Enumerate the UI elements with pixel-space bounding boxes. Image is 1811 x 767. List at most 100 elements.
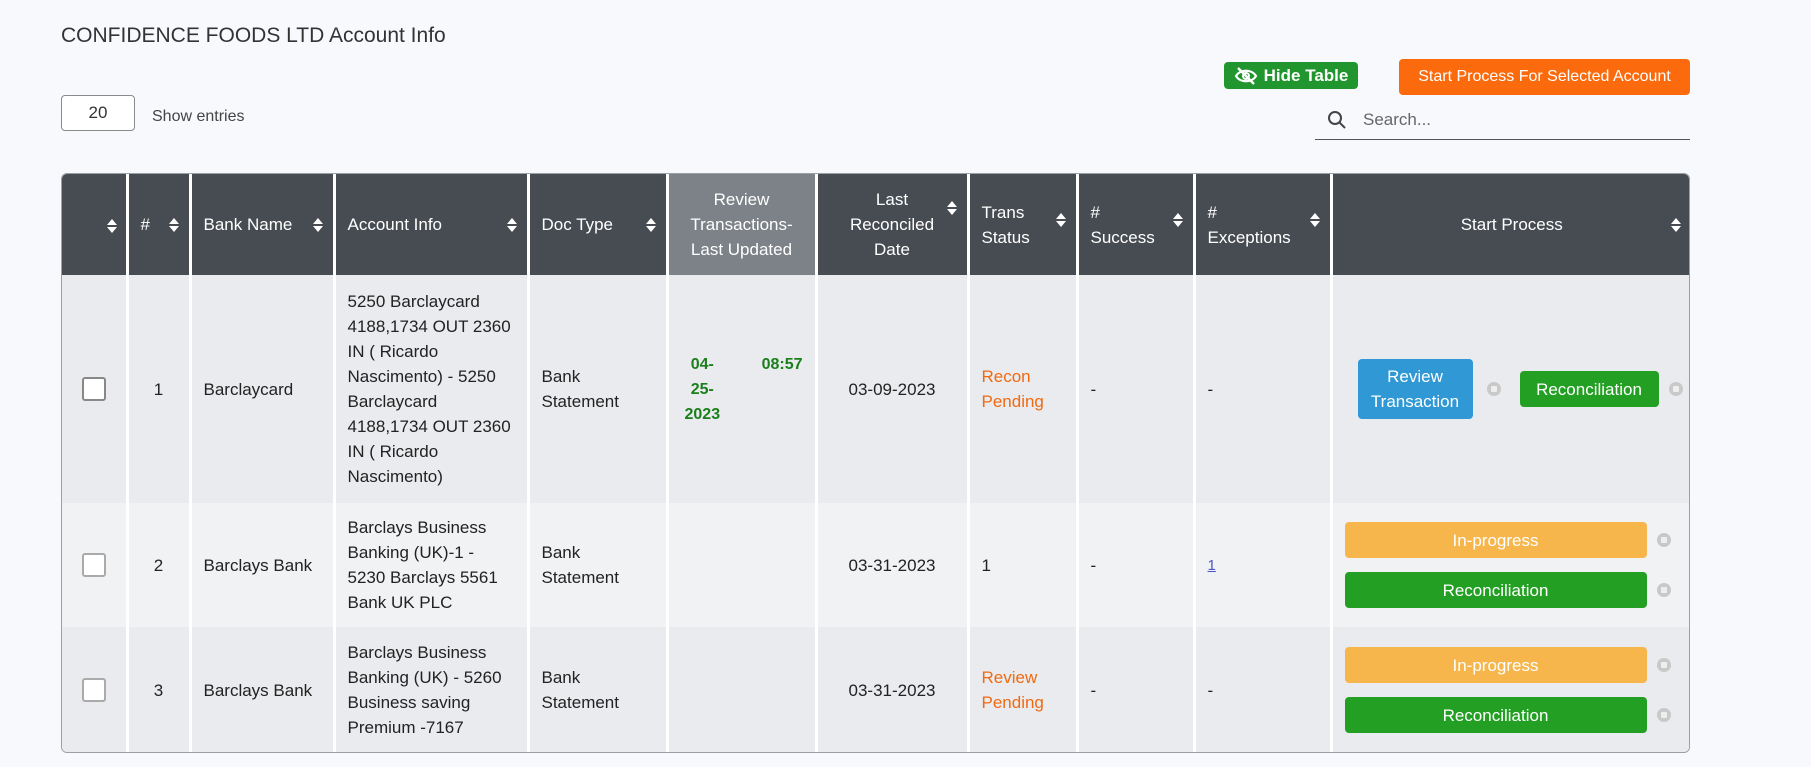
header-exceptions[interactable]: # Exceptions bbox=[1194, 174, 1333, 275]
reconciliation-button[interactable]: Reconciliation bbox=[1519, 371, 1659, 407]
doc-type: Bank Statement bbox=[528, 275, 669, 503]
review-updated-cell bbox=[667, 627, 818, 752]
header-bank-name[interactable]: Bank Name bbox=[190, 174, 336, 275]
review-updated-cell: 04- 25- 2023 08:57 bbox=[667, 275, 818, 503]
review-date-line3: 2023 bbox=[684, 405, 721, 423]
stop-icon[interactable] bbox=[1656, 583, 1671, 597]
row-checkbox[interactable] bbox=[81, 678, 106, 702]
row-select-cell bbox=[62, 275, 129, 503]
header-last-rec-line1: Last bbox=[875, 190, 909, 209]
row-number: 3 bbox=[127, 627, 192, 752]
success-count: - bbox=[1077, 275, 1196, 503]
search-box bbox=[1315, 100, 1690, 140]
review-updated-datetime: 04- 25- 2023 08:57 bbox=[685, 352, 803, 427]
reconciliation-button[interactable]: Reconciliation bbox=[1344, 697, 1647, 733]
success-count: - bbox=[1077, 503, 1196, 627]
table-row: 3 Barclays Bank Barclays Business Bankin… bbox=[62, 627, 1689, 752]
in-progress-button[interactable]: In-progress bbox=[1344, 522, 1647, 558]
entries-count-input[interactable]: 20 bbox=[61, 95, 135, 131]
sort-icon bbox=[312, 217, 323, 232]
trans-status: 1 bbox=[968, 503, 1079, 627]
row-number: 1 bbox=[127, 275, 192, 503]
doc-type: Bank Statement bbox=[528, 627, 669, 752]
header-doc-type-label: Doc Type bbox=[541, 215, 614, 234]
header-account-info[interactable]: Account Info bbox=[334, 174, 530, 275]
bank-name: Barclaycard bbox=[190, 275, 336, 503]
header-review-line2: Transactions- bbox=[690, 215, 793, 234]
search-icon bbox=[1327, 110, 1349, 130]
row-select-cell bbox=[62, 503, 129, 627]
show-entries-label: Show entries bbox=[152, 108, 245, 125]
stop-icon[interactable] bbox=[1656, 533, 1671, 547]
header-account-info-label: Account Info bbox=[347, 215, 443, 234]
review-transaction-button[interactable]: Review Transaction bbox=[1357, 359, 1473, 419]
trans-status: Recon Pending bbox=[968, 275, 1079, 503]
account-info: 5250 Barclaycard 4188,1734 OUT 2360 IN (… bbox=[334, 275, 530, 503]
row-checkbox[interactable] bbox=[81, 377, 106, 401]
sort-icon bbox=[946, 201, 957, 215]
search-input[interactable] bbox=[1361, 108, 1665, 131]
header-number[interactable]: # bbox=[127, 174, 192, 275]
header-doc-type[interactable]: Doc Type bbox=[528, 174, 669, 275]
review-date-line1: 04- bbox=[690, 355, 714, 373]
stop-icon[interactable] bbox=[1486, 382, 1501, 396]
table-header-row: # Bank Name Account Info Doc Type Review bbox=[62, 174, 1689, 275]
exceptions-cell: 1 bbox=[1194, 503, 1333, 627]
stop-icon[interactable] bbox=[1656, 708, 1671, 722]
header-start-process-label: Start Process bbox=[1460, 215, 1563, 234]
hide-table-label: Hide Table bbox=[1263, 65, 1349, 85]
last-reconciled-date: 03-31-2023 bbox=[816, 503, 970, 627]
accounts-table: # Bank Name Account Info Doc Type Review bbox=[61, 173, 1690, 753]
start-process-cell: Review Transaction Reconciliation bbox=[1331, 275, 1689, 503]
sort-icon bbox=[1055, 213, 1066, 227]
review-updated-cell bbox=[667, 503, 818, 627]
eye-slash-icon bbox=[1234, 66, 1258, 85]
bank-name: Barclays Bank bbox=[190, 627, 336, 752]
header-trans-status[interactable]: Trans Status bbox=[968, 174, 1079, 275]
table-row: 1 Barclaycard 5250 Barclaycard 4188,1734… bbox=[62, 275, 1689, 503]
success-count: - bbox=[1077, 627, 1196, 752]
review-date-line2: 25- bbox=[690, 380, 714, 398]
table-row: 2 Barclays Bank Barclays Business Bankin… bbox=[62, 503, 1689, 627]
header-exceptions-line2: Exceptions bbox=[1207, 227, 1291, 247]
header-review-transactions[interactable]: Review Transactions- Last Updated bbox=[667, 174, 818, 275]
hide-table-button[interactable]: Hide Table bbox=[1224, 62, 1358, 89]
in-progress-button[interactable]: In-progress bbox=[1344, 647, 1647, 683]
sort-icon bbox=[1309, 213, 1320, 227]
row-checkbox[interactable] bbox=[81, 553, 106, 577]
header-select[interactable] bbox=[62, 174, 129, 275]
sort-icon bbox=[1172, 213, 1183, 227]
sort-icon bbox=[168, 217, 179, 232]
header-start-process[interactable]: Start Process bbox=[1331, 174, 1689, 275]
header-success-line2: Success bbox=[1090, 227, 1155, 247]
start-process-selected-button[interactable]: Start Process For Selected Account bbox=[1399, 59, 1690, 95]
header-success-line1: # bbox=[1090, 202, 1100, 222]
header-exceptions-line1: # bbox=[1207, 202, 1217, 222]
header-number-label: # bbox=[140, 215, 150, 234]
trans-status: Review Pending bbox=[968, 627, 1079, 752]
last-reconciled-date: 03-31-2023 bbox=[816, 627, 970, 752]
start-process-cell: In-progress Reconciliation bbox=[1331, 503, 1689, 627]
header-review-line1: Review bbox=[713, 190, 770, 209]
reconciliation-button[interactable]: Reconciliation bbox=[1344, 572, 1647, 608]
stop-icon[interactable] bbox=[1668, 382, 1683, 396]
header-last-rec-line3: Date bbox=[874, 240, 910, 259]
sort-icon bbox=[106, 219, 117, 233]
header-last-rec-line2: Reconciled bbox=[849, 215, 935, 234]
account-info: Barclays Business Banking (UK) - 5260 Bu… bbox=[334, 627, 530, 752]
doc-type: Bank Statement bbox=[528, 503, 669, 627]
row-select-cell bbox=[62, 627, 129, 752]
exceptions-link[interactable]: 1 bbox=[1208, 557, 1216, 574]
bank-name: Barclays Bank bbox=[190, 503, 336, 627]
header-review-line3: Last Updated bbox=[690, 240, 793, 259]
header-last-reconciled[interactable]: Last Reconciled Date bbox=[816, 174, 970, 275]
account-info: Barclays Business Banking (UK)-1 - 5230 … bbox=[334, 503, 530, 627]
header-success[interactable]: # Success bbox=[1077, 174, 1196, 275]
stop-icon[interactable] bbox=[1656, 658, 1671, 672]
header-trans-line2: Status bbox=[981, 227, 1030, 247]
row-number: 2 bbox=[127, 503, 192, 627]
review-time: 08:57 bbox=[761, 355, 803, 373]
exceptions-count: - bbox=[1194, 275, 1333, 503]
sort-icon bbox=[1671, 217, 1681, 232]
last-reconciled-date: 03-09-2023 bbox=[816, 275, 970, 503]
